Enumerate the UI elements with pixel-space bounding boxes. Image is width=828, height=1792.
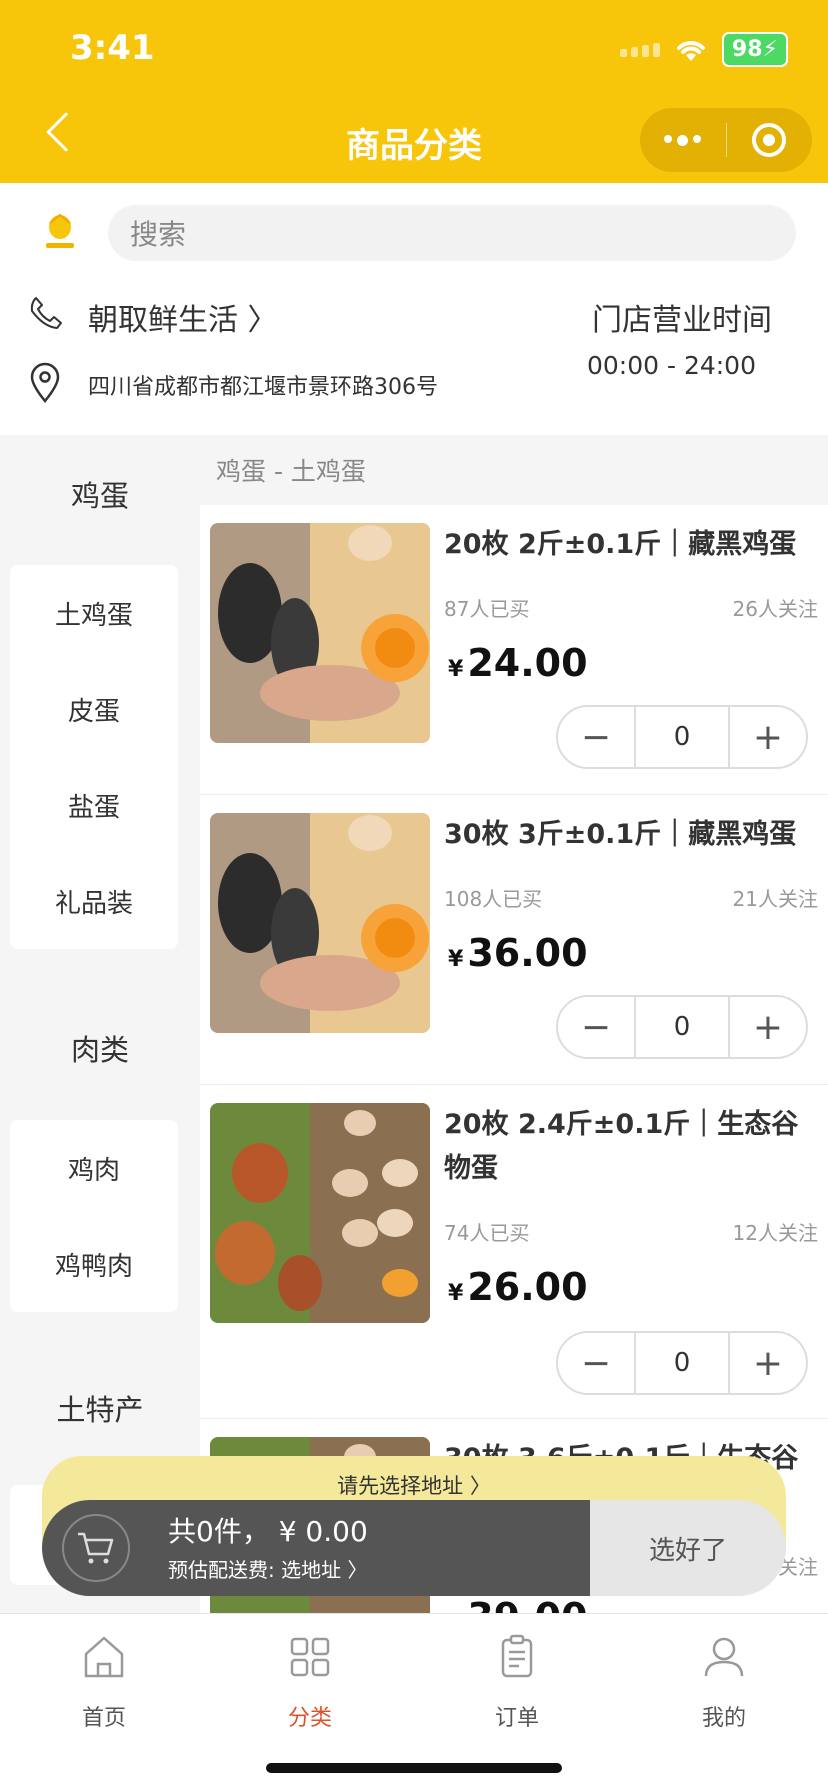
tab-label: 首页 — [81, 1706, 126, 1731]
product-card[interactable]: 20枚 2斤±0.1斤｜藏黑鸡蛋 87人已买 26人关注 ¥24.00 − 0 … — [200, 505, 828, 795]
decrease-button[interactable]: − — [558, 707, 634, 767]
product-bought-count: 87人已买 — [444, 597, 530, 621]
decrease-button[interactable]: − — [558, 997, 634, 1057]
search-input[interactable]: 搜索 — [108, 205, 796, 261]
product-follow-count: 12人关注 — [732, 1221, 818, 1245]
tab-label: 订单 — [494, 1706, 539, 1731]
price-value: 24.00 — [467, 641, 588, 685]
close-mini-program-icon[interactable] — [727, 123, 813, 157]
product-bought-count: 108人已买 — [444, 887, 543, 911]
price-value: 36.00 — [467, 931, 588, 975]
more-icon[interactable] — [640, 134, 726, 146]
subcategory-free-range-eggs[interactable]: 土鸡蛋 — [10, 565, 178, 661]
subcategory-chicken-duck[interactable]: 鸡鸭肉 — [10, 1216, 178, 1312]
phone-icon[interactable] — [28, 295, 64, 331]
product-follow-count: 26人关注 — [732, 597, 818, 621]
category-local-specialties[interactable]: 土特产 — [0, 1387, 200, 1429]
store-name: 朝取鲜生活 — [88, 303, 238, 338]
tab-profile[interactable]: 我的 — [644, 1634, 804, 1732]
product-follow-count: 21人关注 — [732, 887, 818, 911]
product-title: 20枚 2斤±0.1斤｜藏黑鸡蛋 — [444, 529, 797, 560]
cart-bar: 共0件， ¥ 0.00 预估配送费: 选地址 〉 选好了 — [42, 1500, 786, 1596]
product-price: ¥26.00 — [448, 1265, 588, 1309]
subcategory-chicken[interactable]: 鸡肉 — [10, 1120, 178, 1216]
increase-button[interactable]: + — [730, 997, 806, 1057]
mini-program-capsule — [640, 108, 812, 172]
wifi-icon — [676, 40, 705, 61]
user-icon — [704, 1637, 744, 1677]
cart-icon[interactable] — [62, 1514, 130, 1582]
cart-total: 共0件， ¥ 0.00 — [168, 1515, 368, 1548]
product-price: ¥36.00 — [448, 931, 588, 975]
product-bought-count: 74人已买 — [444, 1221, 530, 1245]
decrease-button[interactable]: − — [558, 1333, 634, 1393]
tab-label: 我的 — [701, 1706, 746, 1731]
tab-label: 分类 — [287, 1706, 332, 1731]
battery-level: 98 — [731, 37, 763, 62]
product-card[interactable]: 30枚 3斤±0.1斤｜藏黑鸡蛋 108人已买 21人关注 ¥36.00 − 0… — [200, 795, 828, 1085]
business-hours-label: 门店营业时间 — [592, 303, 772, 338]
home-indicator — [266, 1763, 562, 1773]
product-card[interactable]: 20枚 2.4斤±0.1斤｜生态谷物蛋 74人已买 12人关注 ¥26.00 −… — [200, 1085, 828, 1419]
quantity-stepper: − 0 + — [556, 995, 808, 1059]
quantity-value: 0 — [634, 1333, 730, 1393]
bottom-tab-bar: 首页 分类 订单 我的 — [0, 1613, 828, 1792]
grid-icon — [290, 1637, 330, 1677]
subcategory-salted-eggs[interactable]: 盐蛋 — [10, 757, 178, 853]
store-logo-icon — [46, 213, 74, 248]
product-price: ¥24.00 — [448, 641, 588, 685]
status-bar-right: 98⚡ — [619, 32, 788, 67]
store-address: 四川省成都市都江堰市景环路306号 — [88, 375, 438, 400]
category-eggs[interactable]: 鸡蛋 — [0, 473, 200, 515]
tab-orders[interactable]: 订单 — [437, 1634, 597, 1732]
increase-button[interactable]: + — [730, 1333, 806, 1393]
price-value: 39.00 — [467, 1595, 587, 1613]
battery-indicator: 98⚡ — [721, 32, 788, 67]
breadcrumb: 鸡蛋 - 土鸡蛋 — [200, 435, 828, 505]
meat-subcategories: 鸡肉 鸡鸭肉 — [10, 1120, 178, 1312]
business-hours-value: 00:00 - 24:00 — [586, 351, 756, 380]
cart-summary[interactable]: 共0件， ¥ 0.00 预估配送费: 选地址 〉 — [42, 1500, 590, 1596]
category-sidebar: 鸡蛋 土鸡蛋 皮蛋 盐蛋 礼品装 肉类 鸡肉 鸡鸭肉 土特产 — [0, 435, 200, 1613]
currency-symbol: ¥ — [448, 1281, 464, 1306]
quantity-stepper: − 0 + — [556, 705, 808, 769]
quantity-value: 0 — [634, 707, 730, 767]
product-title: 30枚 3斤±0.1斤｜藏黑鸡蛋 — [444, 819, 797, 850]
clipboard-icon — [501, 1634, 533, 1678]
price-value: 26.00 — [467, 1265, 588, 1309]
product-image — [210, 813, 430, 1033]
product-price: ¥39.00 — [448, 1595, 588, 1613]
currency-symbol: ¥ — [448, 657, 464, 682]
location-pin-icon — [30, 362, 60, 403]
product-image — [210, 1103, 430, 1323]
increase-button[interactable]: + — [730, 707, 806, 767]
subcategory-gift-box[interactable]: 礼品装 — [10, 853, 178, 949]
tab-home[interactable]: 首页 — [24, 1634, 184, 1732]
subcategory-century-eggs[interactable]: 皮蛋 — [10, 661, 178, 757]
store-name-link[interactable]: 朝取鲜生活 〉 — [88, 295, 278, 339]
delivery-fee-link[interactable]: 预估配送费: 选地址 〉 — [168, 1554, 367, 1583]
home-icon — [84, 1636, 124, 1678]
store-info: 搜索 朝取鲜生活 〉 门店营业时间 00:00 - 24:00 四川省成都市都江… — [0, 183, 828, 435]
category-meat[interactable]: 肉类 — [0, 1027, 200, 1069]
egg-subcategories: 土鸡蛋 皮蛋 盐蛋 礼品装 — [10, 565, 178, 949]
signal-icon — [619, 42, 660, 57]
tab-category[interactable]: 分类 — [230, 1634, 390, 1732]
status-time: 3:41 — [70, 28, 155, 68]
product-title: 20枚 2.4斤±0.1斤｜生态谷物蛋 — [444, 1109, 799, 1184]
quantity-value: 0 — [634, 997, 730, 1057]
quantity-stepper: − 0 + — [556, 1331, 808, 1395]
product-image — [210, 523, 430, 743]
checkout-button[interactable]: 选好了 — [590, 1500, 786, 1596]
product-panel: 鸡蛋 - 土鸡蛋 20枚 2斤±0.1斤｜藏黑鸡蛋 87人已买 26人关注 ¥2… — [200, 435, 828, 1613]
top-header: 3:41 98⚡ 商品分类 — [0, 0, 828, 183]
currency-symbol: ¥ — [448, 947, 464, 972]
